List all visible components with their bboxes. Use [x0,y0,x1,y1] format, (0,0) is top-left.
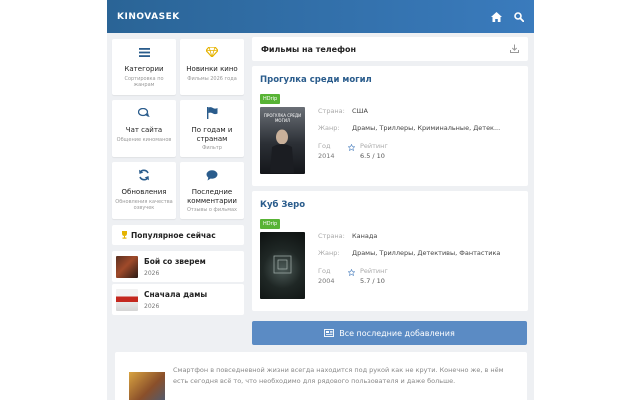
movie-country: США [352,107,368,115]
header-icons [491,11,524,22]
star-icon [347,143,360,153]
tile-subtitle: Отзывы о фильмах [186,207,238,213]
tile-subtitle: Обновления качества озвучек [115,198,173,211]
tile-title: Новинки кино [186,65,238,73]
trophy-icon [121,231,128,239]
article-image [129,372,165,400]
section-heading: Фильмы на телефон [252,37,528,61]
home-icon[interactable] [491,11,502,22]
tile-years-countries[interactable]: По годам и странам Фильтр [180,100,244,157]
movie-poster[interactable] [260,232,305,299]
popular-item[interactable]: Сначала дамы 2026 [112,284,244,315]
seo-text: Смартфон в повседневной жизни всегда нах… [173,366,504,385]
tile-last-comments[interactable]: Последние комментарии Отзывы о фильмах [180,162,244,219]
section-heading-label: Фильмы на телефон [261,44,357,54]
tile-title: Обновления [121,188,167,196]
popular-heading-label: Популярное сейчас [131,230,216,240]
popular-thumbnail [116,255,138,278]
tile-new-movies[interactable]: Новинки кино Фильмы 2026 года [180,39,244,95]
tile-subtitle: Общение киноманов [116,136,172,143]
country-label: Страна: [318,107,345,115]
tile-subtitle: Фильтр [202,145,222,151]
popular-thumbnail [116,288,138,311]
movie-title[interactable]: Куб Зеро [260,200,520,210]
popular-item[interactable]: Бой со зверем 2026 [112,251,244,282]
tile-updates[interactable]: Обновления Обновления качества озвучек [112,162,176,219]
tile-subtitle: Сортировка по жанрам [124,75,164,88]
movie-card[interactable]: Прогулка среди могил HDrip ПРОГУЛКА СРЕД… [252,66,528,186]
chat-icon [112,106,176,120]
tile-title: Последние комментарии [187,188,237,205]
popular-item-year: 2026 [144,302,160,310]
star-icon [347,268,360,278]
tile-categories[interactable]: Категории Сортировка по жанрам [112,39,176,95]
newspaper-icon [324,329,335,337]
movie-info: Страна: Канада Жанр: Драмы, Триллеры, Дете… [318,232,500,286]
movie-poster[interactable]: ПРОГУЛКА СРЕДИ МОГИЛ [260,107,305,174]
site-header: KINOVASEK [107,0,534,33]
year-label: Год [318,267,331,275]
latest-additions-label: Все последние добавления [339,328,455,338]
year-label: Год [318,142,331,150]
tile-title: Категории [124,65,164,73]
seo-text-block: Смартфон в повседневной жизни всегда нах… [115,352,527,400]
popular-item-year: 2026 [144,269,160,277]
latest-additions-button[interactable]: Все последние добавления [252,321,527,345]
download-icon[interactable] [510,44,519,55]
movie-genre: Драмы, Триллеры, Криминальные, Детек... [352,124,501,132]
flag-icon [180,106,244,120]
genre-label: Жанр: [318,249,340,257]
tile-title: По годам и странам [191,126,233,143]
quality-badge: HDrip [260,94,281,104]
popular-item-title: Сначала дамы [144,289,208,299]
comment-icon [180,168,244,182]
popular-item-title: Бой со зверем [144,256,206,266]
movie-title[interactable]: Прогулка среди могил [260,75,520,85]
search-icon[interactable] [514,11,524,22]
movie-card[interactable]: Куб Зеро HDrip Страна: Канада Жанр: Драмы,… [252,191,528,311]
list-icon [112,45,176,59]
movie-rating: 5.7 / 10 [360,277,385,285]
movie-rating: 6.5 / 10 [360,152,385,160]
poster-title: ПРОГУЛКА СРЕДИ МОГИЛ [263,113,302,123]
country-label: Страна: [318,232,345,240]
movie-info: Страна: США Жанр: Драмы, Триллеры, Кримина… [318,107,500,161]
rating-label: Рейтинг [360,142,388,150]
genre-label: Жанр: [318,124,340,132]
rating-label: Рейтинг [360,267,388,275]
movie-year: 2004 [318,277,335,285]
tile-title: Чат сайта [125,126,163,134]
movie-genre: Драмы, Триллеры, Детективы, Фантастика [352,249,501,257]
quality-badge: HDrip [260,219,281,229]
diamond-icon [180,45,244,59]
movie-country: Канада [352,232,378,240]
refresh-icon [112,168,176,182]
tile-subtitle: Фильмы 2026 года [187,75,237,82]
movie-year: 2014 [318,152,335,160]
tile-chat[interactable]: Чат сайта Общение киноманов [112,100,176,157]
site-logo[interactable]: KINOVASEK [117,12,180,22]
popular-heading: Популярное сейчас [112,225,244,245]
